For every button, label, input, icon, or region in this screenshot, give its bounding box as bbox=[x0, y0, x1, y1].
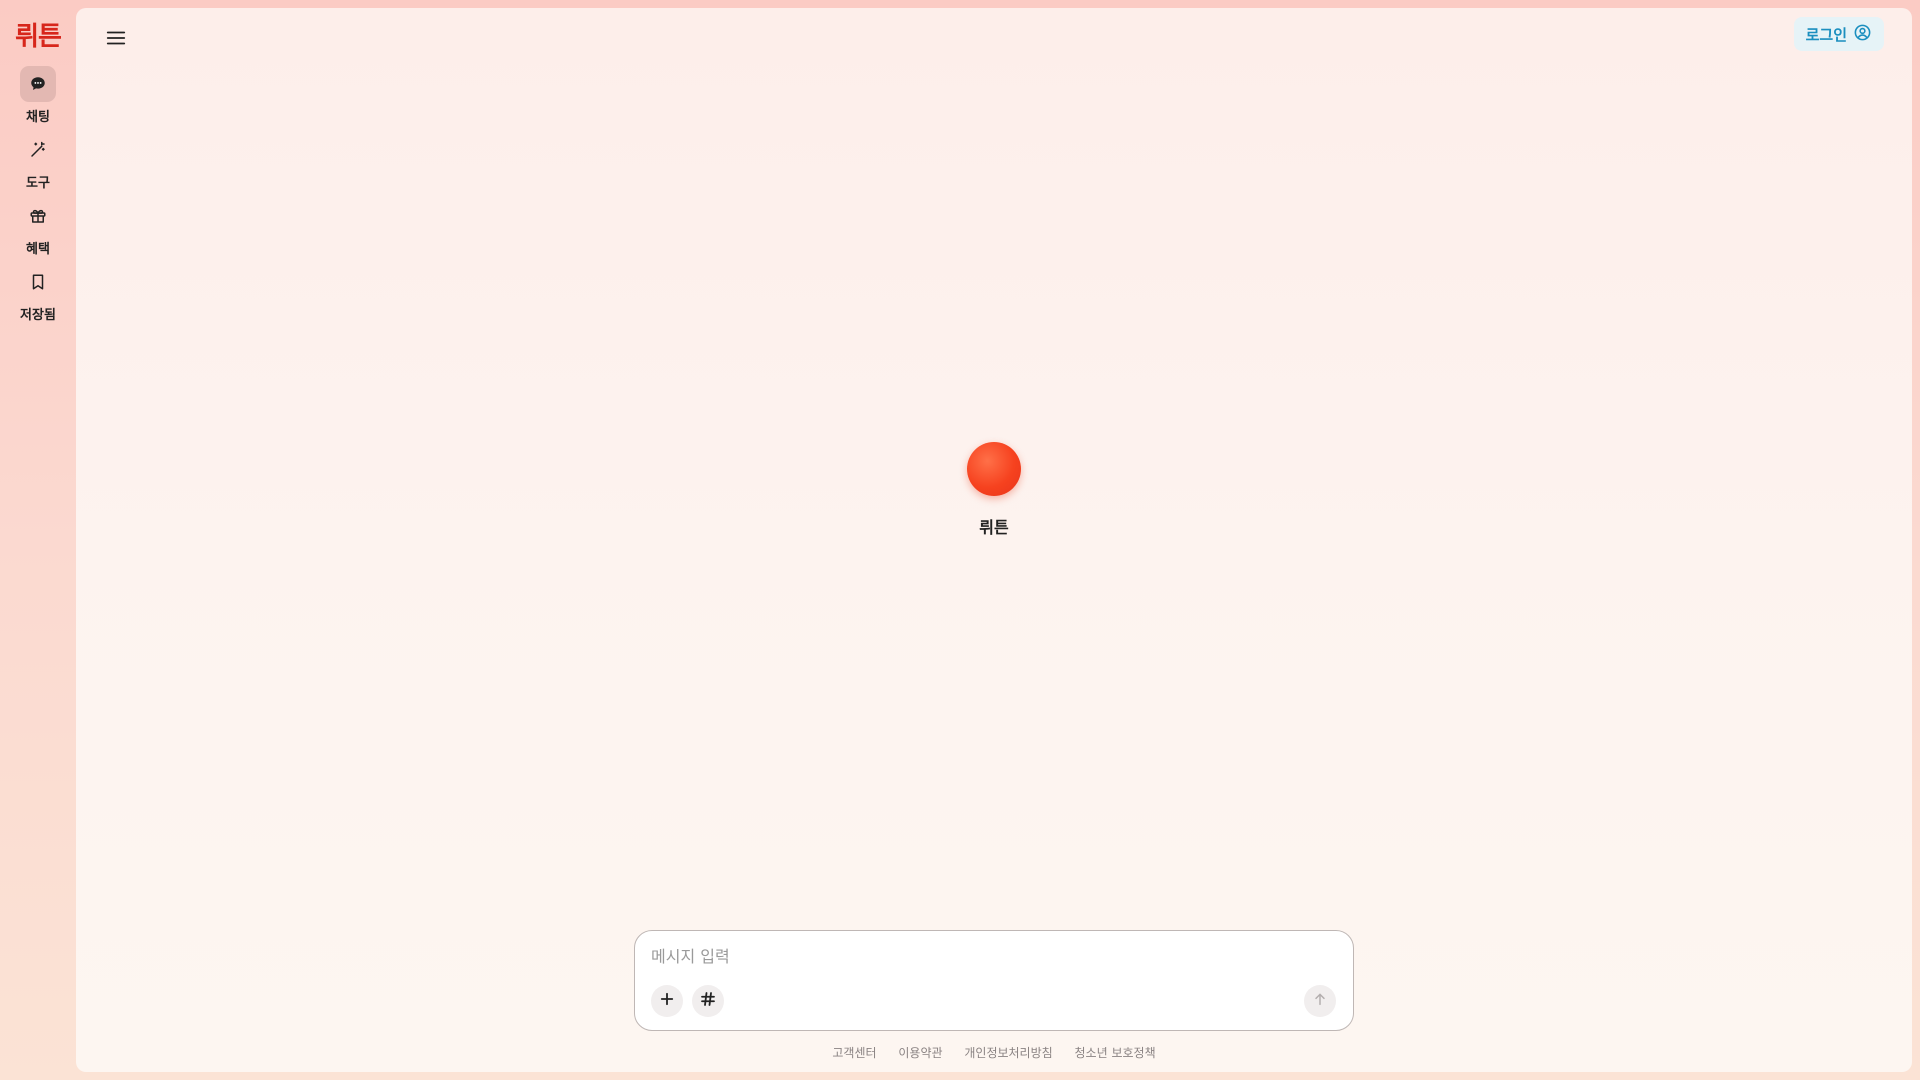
hashtag-icon bbox=[699, 990, 717, 1012]
gift-icon bbox=[20, 198, 56, 234]
login-button[interactable]: 로그인 bbox=[1793, 17, 1884, 51]
rail-item-chat[interactable]: 채팅 bbox=[0, 66, 76, 125]
left-rail: 뤼튼 채팅 도구 혜택 저장됨 bbox=[0, 0, 76, 1080]
user-circle-icon bbox=[1853, 23, 1872, 46]
message-input[interactable] bbox=[651, 943, 1331, 969]
add-attachment-button[interactable] bbox=[651, 985, 683, 1017]
arrow-up-icon bbox=[1312, 991, 1328, 1011]
magic-wand-icon bbox=[20, 132, 56, 168]
rail-item-label: 저장됨 bbox=[20, 308, 56, 323]
footer-link-privacy[interactable]: 개인정보처리방침 bbox=[964, 1046, 1052, 1060]
footer-link-support[interactable]: 고객센터 bbox=[832, 1046, 876, 1060]
rail-item-benefits[interactable]: 혜택 bbox=[0, 198, 76, 257]
menu-button[interactable] bbox=[98, 22, 134, 58]
assistant-intro: 뤼튼 bbox=[76, 442, 1912, 538]
hamburger-menu-icon bbox=[105, 27, 127, 53]
rail-item-label: 혜택 bbox=[26, 242, 50, 257]
footer-link-terms[interactable]: 이용약관 bbox=[898, 1046, 942, 1060]
rail-item-label: 도구 bbox=[26, 176, 50, 191]
bookmark-icon bbox=[20, 264, 56, 300]
footer-link-youth-policy[interactable]: 청소년 보호정책 bbox=[1075, 1046, 1156, 1060]
login-label: 로그인 bbox=[1805, 25, 1847, 44]
plus-icon bbox=[658, 990, 676, 1012]
brand-logo[interactable]: 뤼튼 bbox=[0, 16, 76, 53]
rail-item-label: 채팅 bbox=[26, 110, 50, 125]
footer-links: 고객센터 이용약관 개인정보처리방침 청소년 보호정책 bbox=[76, 1044, 1912, 1061]
main-panel: 로그인 뤼튼 고객센터 이용약관 개인정보처리방침 청소년 보호정 bbox=[76, 8, 1912, 1072]
message-composer bbox=[634, 930, 1354, 1031]
hashtag-button[interactable] bbox=[692, 985, 724, 1017]
assistant-name: 뤼튼 bbox=[979, 518, 1009, 537]
rail-item-tools[interactable]: 도구 bbox=[0, 132, 76, 191]
assistant-orb bbox=[967, 442, 1021, 496]
send-button[interactable] bbox=[1304, 985, 1336, 1017]
rail-item-saved[interactable]: 저장됨 bbox=[0, 264, 76, 323]
chat-bubble-icon bbox=[20, 66, 56, 102]
